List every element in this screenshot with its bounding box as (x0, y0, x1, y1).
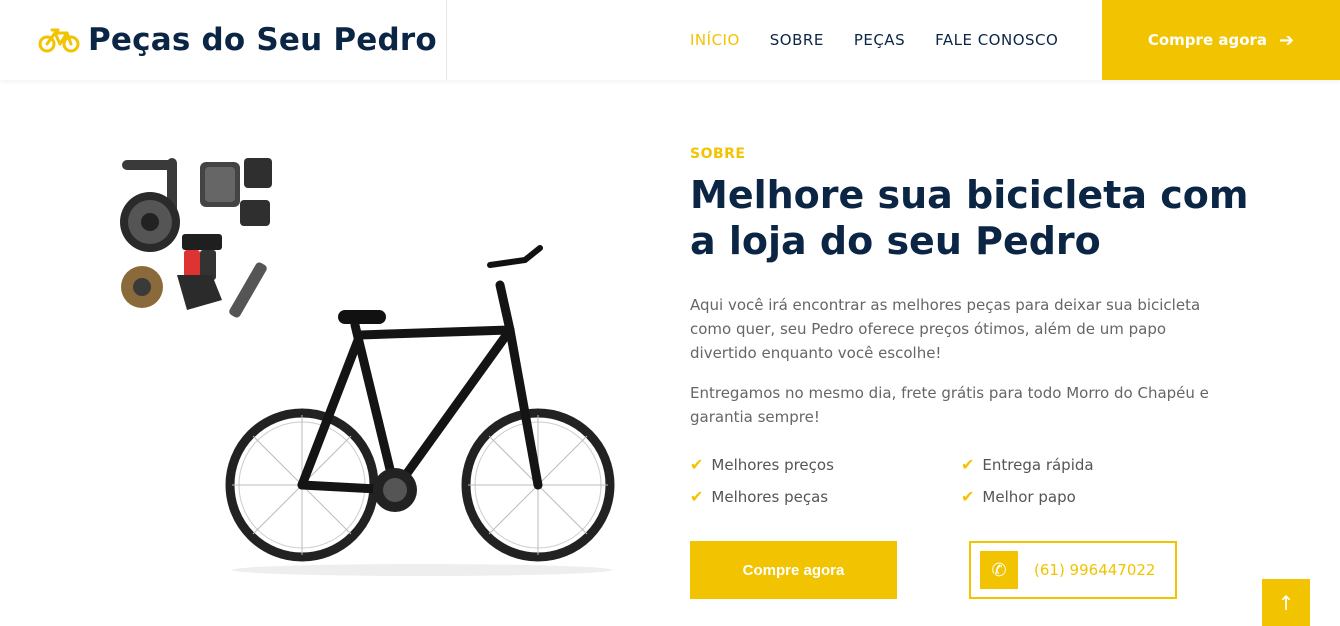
site-header: Peças do Seu Pedro INÍCIO SOBRE PEÇAS FA… (0, 0, 1340, 80)
buy-now-button[interactable]: Compre agora (690, 541, 897, 599)
nav-link-pecas[interactable]: PEÇAS (854, 31, 905, 49)
feature-label: Entrega rápida (982, 455, 1094, 474)
bicycle-icon (38, 28, 80, 53)
site-title: Peças do Seu Pedro (88, 22, 437, 58)
phone-number: (61) 996447022 (1034, 561, 1156, 579)
feature-label: Melhores preços (711, 455, 834, 474)
section-headline: Melhore sua bicicleta com a loja do seu … (690, 173, 1249, 263)
feature-item: ✔ Melhores peças (690, 487, 828, 506)
feature-item: ✔ Melhor papo (961, 487, 1076, 506)
nav-link-sobre[interactable]: SOBRE (770, 31, 824, 49)
phone-contact-button[interactable]: ✆ (61) 996447022 (969, 541, 1177, 599)
delivery-paragraph: Entregamos no mesmo dia, frete grátis pa… (690, 384, 1209, 426)
feature-label: Melhores peças (711, 487, 829, 506)
header-buy-label: Compre agora (1147, 31, 1268, 49)
bicycle-image (225, 245, 615, 576)
scroll-to-top-button[interactable]: ↑ (1262, 579, 1310, 626)
check-icon: ✔ (690, 487, 704, 506)
check-icon: ✔ (961, 455, 975, 474)
feature-item: ✔ Entrega rápida (961, 455, 1094, 474)
check-icon: ✔ (961, 487, 975, 506)
check-icon: ✔ (690, 455, 704, 474)
header-buy-button[interactable]: Compre agora ➔ (1102, 0, 1340, 80)
nav-link-fale-conosco[interactable]: FALE CONOSCO (935, 31, 1058, 49)
phone-icon: ✆ (980, 551, 1018, 589)
arrow-up-icon: ↑ (1277, 590, 1295, 615)
nav-link-inicio[interactable]: INÍCIO (690, 31, 740, 49)
feature-label: Melhor papo (982, 487, 1076, 506)
section-eyebrow: SOBRE (690, 146, 746, 162)
intro-paragraph: Aqui você irá encontrar as melhores peça… (690, 296, 1201, 362)
main-nav: INÍCIO SOBRE PEÇAS FALE CONOSCO (690, 0, 1088, 80)
feature-item: ✔ Melhores preços (690, 455, 834, 474)
brand[interactable]: Peças do Seu Pedro (0, 0, 447, 80)
arrow-right-icon: ➔ (1279, 29, 1295, 51)
